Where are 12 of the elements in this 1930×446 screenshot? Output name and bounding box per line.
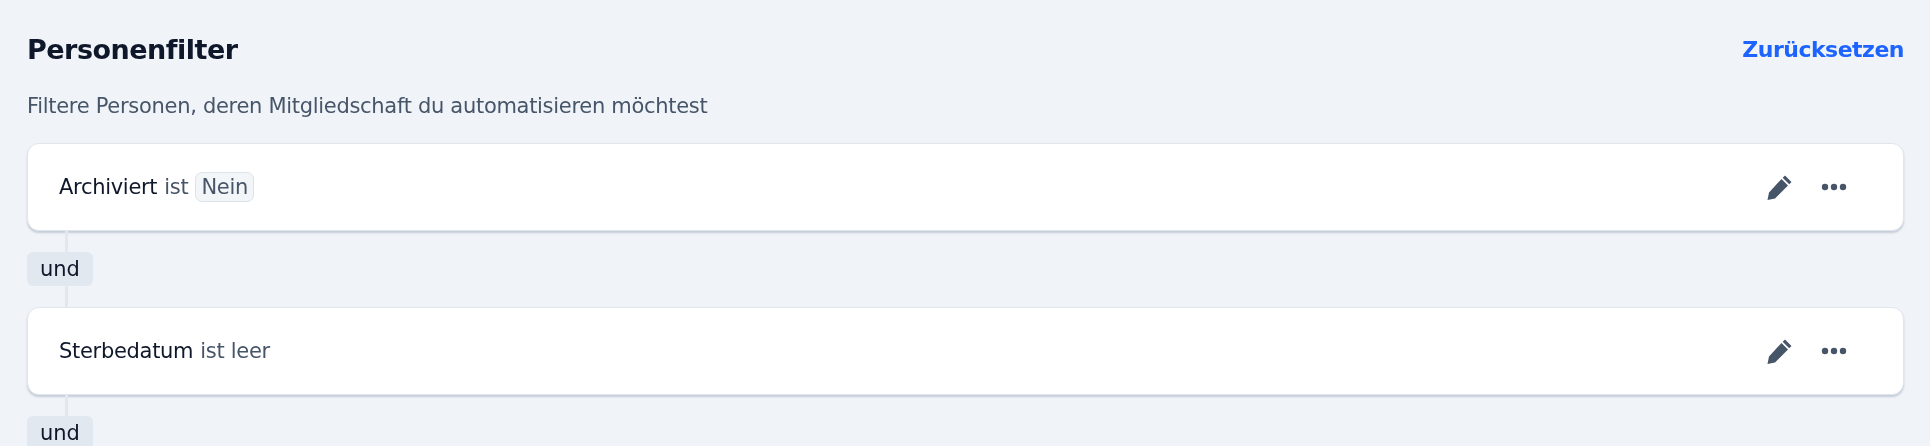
more-icon[interactable] bbox=[1821, 347, 1847, 355]
filter-operator: ist bbox=[164, 175, 189, 199]
filter-operator: ist leer bbox=[200, 339, 270, 363]
section-title: Personenfilter bbox=[27, 33, 238, 65]
filter-field: Sterbedatum bbox=[59, 339, 194, 363]
filter-field: Archiviert bbox=[59, 175, 158, 199]
reset-link[interactable]: Zurücksetzen bbox=[1742, 36, 1904, 62]
connector-label: und bbox=[27, 252, 93, 286]
section-subtitle: Filtere Personen, deren Mitgliedschaft du automatisieren möchtest bbox=[27, 93, 709, 120]
filter-value: Nein bbox=[195, 172, 254, 202]
more-icon[interactable] bbox=[1821, 183, 1847, 191]
connector-label: und bbox=[27, 416, 93, 446]
